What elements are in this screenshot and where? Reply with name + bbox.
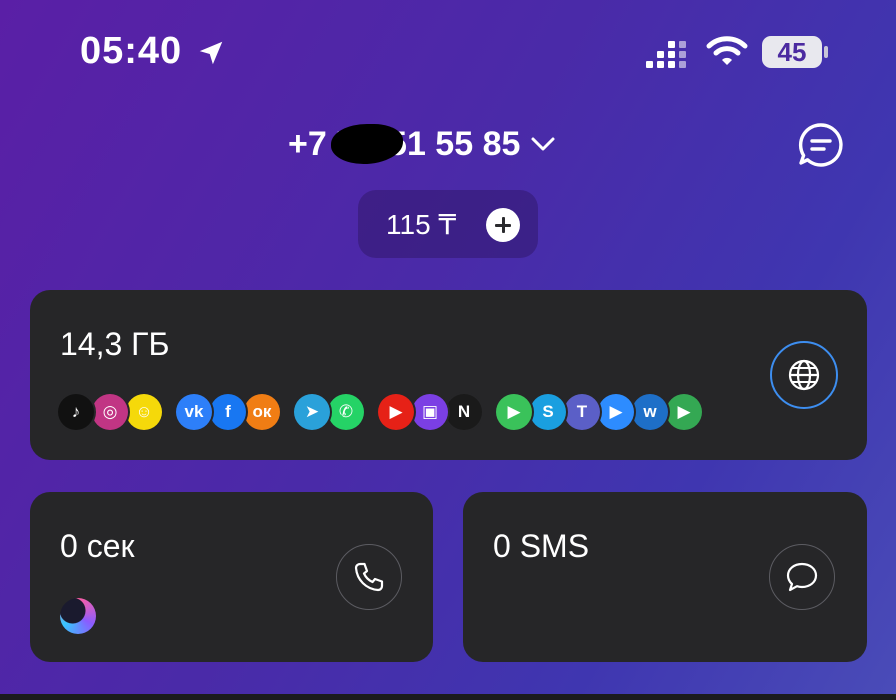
globe-icon [788,359,820,391]
location-arrow-icon [199,41,223,65]
bottom-edge [0,694,896,700]
twitch-icon: ▣ [412,394,448,430]
minutes-remaining: 0 сек [60,528,135,564]
internet-card[interactable]: 14,3 ГБ ♪ ◎ ☺ vk f ок ➤ ✆ ▶ ▣ N ▶ S T ▶ w ▶ [30,290,867,460]
sms-remaining: 0 SMS [493,528,590,564]
signal-icon [646,36,686,68]
facebook-icon: f [210,394,246,430]
telegram-icon: ➤ [294,394,330,430]
zoom-icon: ▶ [598,394,634,430]
call-button[interactable] [336,544,402,610]
balance-amount: 115 ₸ [386,208,457,240]
teams-icon: T [564,394,600,430]
tiktok-icon: ♪ [58,394,94,430]
wifi-icon [706,36,748,65]
phone-icon [354,562,384,592]
whatsapp-icon: ✆ [328,394,364,430]
minutes-card[interactable]: 0 сек [30,492,433,662]
assistant-orb-icon [60,598,96,634]
battery-tip [824,46,828,58]
plus-icon[interactable] [486,208,520,242]
sms-button[interactable] [769,544,835,610]
google-meet-icon: ▶ [666,394,702,430]
chat-icon[interactable] [798,122,844,168]
phone-number-selector[interactable]: +7 7 651 55 85 [288,124,556,164]
instagram-icon: ◎ [92,394,128,430]
chevron-down-icon [531,137,555,151]
vk-icon: vk [176,394,212,430]
netflix-icon: N [446,394,482,430]
globe-button[interactable] [770,341,838,409]
odnoklassniki-icon: ок [244,394,280,430]
message-bubble-icon [786,562,818,592]
youtube-icon: ▶ [378,394,414,430]
battery-icon: 45 [762,36,822,68]
status-bar: 05:40 45 [0,0,896,100]
sms-card[interactable]: 0 SMS [463,492,867,662]
internet-remaining: 14,3 ГБ [60,326,170,362]
clock: 05:40 [80,30,183,72]
balance-pill[interactable]: 115 ₸ [358,190,538,258]
webex-icon: w [632,394,668,430]
skype-icon: S [530,394,566,430]
snapchat-icon: ☺ [126,394,162,430]
facetime-icon: ▶ [496,394,532,430]
